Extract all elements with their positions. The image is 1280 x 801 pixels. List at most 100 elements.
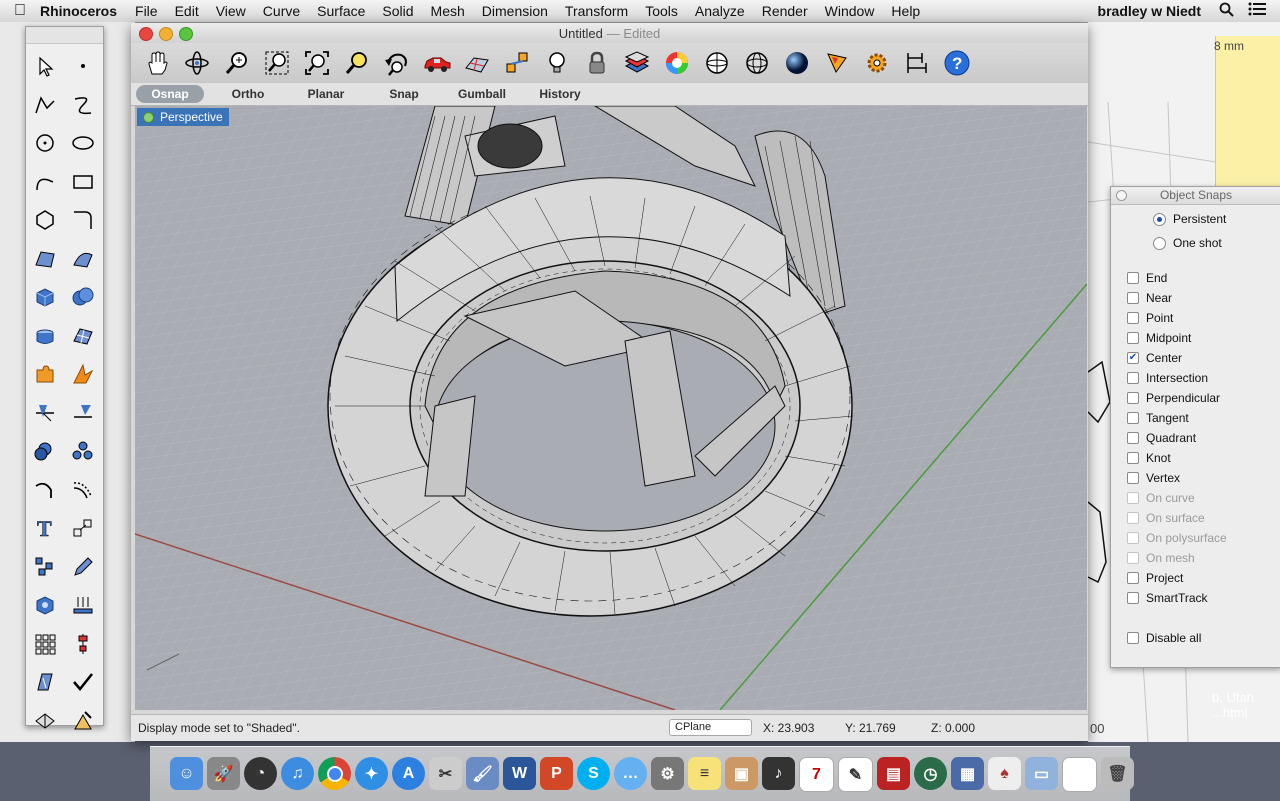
window-titlebar[interactable]: Untitled — Edited [131, 23, 1088, 43]
arc-icon[interactable] [26, 163, 64, 202]
close-window-icon[interactable] [139, 27, 153, 41]
render-sphere-icon[interactable] [777, 45, 817, 81]
documents-folder-icon[interactable]: ▭ [1025, 757, 1058, 790]
stickies-icon[interactable]: ≡ [688, 757, 721, 790]
light-bulb-icon[interactable] [537, 45, 577, 81]
dashboard-icon[interactable]: ◔ [244, 757, 277, 790]
grid-plane-icon[interactable] [457, 45, 497, 81]
launchpad-icon[interactable]: 🚀 [207, 757, 240, 790]
snap-on-curve-checkbox[interactable]: On curve [1127, 491, 1195, 505]
menu-mesh[interactable]: Mesh [431, 3, 465, 19]
app-store-icon[interactable]: A [392, 757, 425, 790]
menu-view[interactable]: View [216, 3, 246, 19]
cards-icon[interactable]: ♠ [988, 757, 1021, 790]
snap-point-checkbox[interactable]: Point [1127, 311, 1173, 325]
apple-menu-icon[interactable]:  [0, 2, 40, 20]
render-paint-icon[interactable] [64, 702, 102, 741]
disable-all-checkbox[interactable]: Disable all [1127, 631, 1201, 645]
layers-icon[interactable] [617, 45, 657, 81]
gumball-toggle[interactable]: Gumball [443, 85, 521, 103]
perspective-viewport[interactable]: Perspective [135, 106, 1087, 710]
polyline-icon[interactable] [26, 86, 64, 125]
history-toggle[interactable]: History [521, 85, 599, 103]
photos-icon[interactable]: ▣ [725, 757, 758, 790]
minimize-window-icon[interactable] [159, 27, 173, 41]
scissors-icon[interactable]: ✂ [429, 757, 462, 790]
color-wheel-icon[interactable] [657, 45, 697, 81]
fillet-icon[interactable] [64, 201, 102, 240]
trim-icon[interactable] [26, 394, 64, 433]
split-icon[interactable] [64, 394, 102, 433]
curve-from-objects-icon[interactable] [26, 471, 64, 510]
notification-list-icon[interactable] [1248, 2, 1266, 20]
hand-pan-icon[interactable] [137, 45, 177, 81]
chrome-icon[interactable] [318, 757, 351, 790]
array-icon[interactable] [26, 548, 64, 587]
circle-icon[interactable] [26, 124, 64, 163]
paint-icon[interactable]: 🖌 [466, 757, 499, 790]
photo-booth-icon[interactable]: ▤ [877, 757, 910, 790]
powerpoint-icon[interactable]: P [540, 757, 573, 790]
snap-midpoint-checkbox[interactable]: Midpoint [1127, 331, 1191, 345]
persistent-radio[interactable]: Persistent [1153, 212, 1226, 226]
snap-on-polysurface-checkbox[interactable]: On polysurface [1127, 531, 1227, 545]
planar-toggle[interactable]: Planar [287, 85, 365, 103]
user-name[interactable]: bradley w Niedt [1098, 3, 1201, 19]
sphere-mesh-icon[interactable] [737, 45, 777, 81]
palette-titlebar[interactable] [26, 27, 103, 44]
spotlight-search-icon[interactable] [1219, 2, 1234, 21]
finder-icon[interactable]: ☺ [170, 757, 203, 790]
select-arrow-icon[interactable] [26, 47, 64, 86]
zoom-window-icon[interactable] [257, 45, 297, 81]
calendar-icon[interactable]: 7 [799, 757, 834, 792]
car-icon[interactable] [417, 45, 457, 81]
menu-transform[interactable]: Transform [565, 3, 628, 19]
sphere-union-icon[interactable] [64, 278, 102, 317]
menu-render[interactable]: Render [762, 3, 808, 19]
viewport-label[interactable]: Perspective [137, 108, 229, 126]
menu-help[interactable]: Help [891, 3, 920, 19]
polygon-icon[interactable] [26, 201, 64, 240]
system-prefs-icon[interactable]: ⚙ [651, 757, 684, 790]
zoom-selected-icon[interactable] [337, 45, 377, 81]
zoom-extents-icon[interactable] [297, 45, 337, 81]
extrude-icon[interactable] [26, 317, 64, 356]
snap-on-mesh-checkbox[interactable]: On mesh [1127, 551, 1195, 565]
snap-knot-checkbox[interactable]: Knot [1127, 451, 1171, 465]
menu-dimension[interactable]: Dimension [482, 3, 548, 19]
puzzle-icon[interactable] [26, 355, 64, 394]
check-icon[interactable] [64, 663, 102, 702]
menu-file[interactable]: File [135, 3, 158, 19]
dimension-icon[interactable] [897, 45, 937, 81]
offset-curve-icon[interactable] [64, 471, 102, 510]
snap-near-checkbox[interactable]: Near [1127, 291, 1172, 305]
surface-analysis-icon[interactable] [26, 663, 64, 702]
osnap-toggle[interactable]: Osnap [136, 85, 204, 103]
surface-edge-icon[interactable] [64, 240, 102, 279]
project-arrows-icon[interactable] [64, 586, 102, 625]
group-icon[interactable] [64, 432, 102, 471]
trash-icon[interactable]: 🗑 [1101, 757, 1134, 790]
rectangle-icon[interactable] [64, 163, 102, 202]
text-edit-icon[interactable]: ✎ [838, 757, 873, 792]
gear-icon[interactable] [857, 45, 897, 81]
align-icon[interactable] [64, 625, 102, 664]
snap-tangent-checkbox[interactable]: Tangent [1127, 411, 1189, 425]
snap-project-checkbox[interactable]: Project [1127, 571, 1183, 585]
snap-vertex-checkbox[interactable]: Vertex [1127, 471, 1180, 485]
mesh-tools-icon[interactable] [26, 702, 64, 741]
menu-edit[interactable]: Edit [175, 3, 199, 19]
close-panel-icon[interactable] [1116, 190, 1127, 201]
app-menu[interactable]: Rhinoceros [40, 3, 117, 19]
surface-points-icon[interactable] [26, 240, 64, 279]
menu-surface[interactable]: Surface [317, 3, 365, 19]
snap-center-checkbox[interactable]: ✔ Center [1127, 351, 1182, 365]
time-machine-icon[interactable]: ◷ [914, 757, 947, 790]
edit-pencil-icon[interactable] [64, 548, 102, 587]
undo-view-icon[interactable] [377, 45, 417, 81]
snap-toggle[interactable]: Snap [365, 85, 443, 103]
one-shot-radio[interactable]: One shot [1153, 236, 1222, 250]
explode-icon[interactable] [64, 355, 102, 394]
grid-array-icon[interactable] [26, 625, 64, 664]
scale-icon[interactable] [64, 509, 102, 548]
